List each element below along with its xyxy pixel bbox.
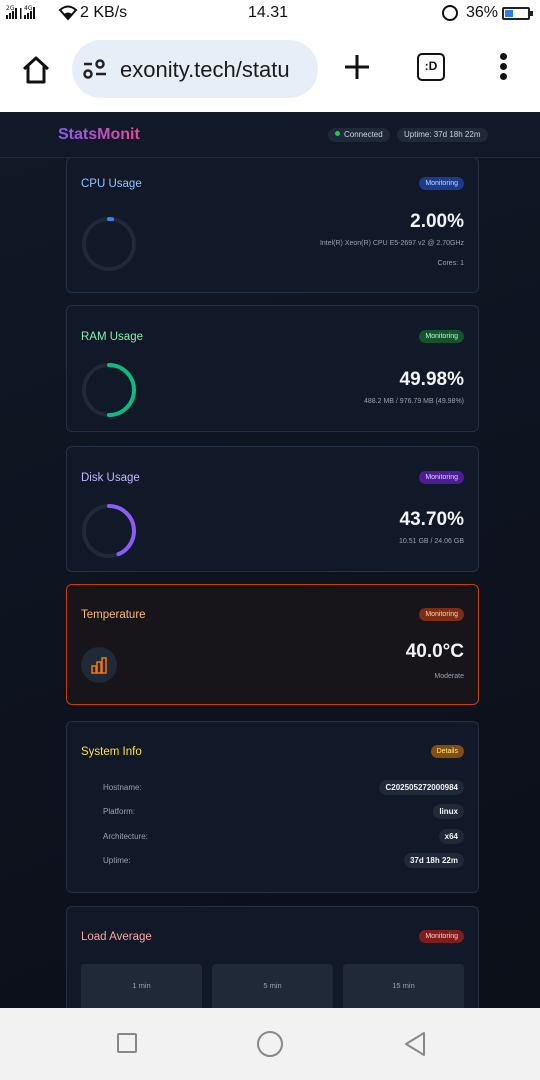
load-15min: 15 min	[343, 964, 464, 1008]
info-key: Architecture:	[103, 832, 148, 841]
disk-value: 43.70%	[399, 509, 464, 530]
load-average-title: Load Average	[81, 931, 152, 943]
info-row-hostname: Hostname: C202505272000984	[103, 780, 464, 796]
temperature-card: Temperature Monitoring 40.0°C Moderate	[66, 584, 479, 705]
info-key: Platform:	[103, 807, 136, 816]
info-key: Hostname:	[103, 783, 142, 792]
wifi-icon	[58, 5, 78, 26]
status-dot-icon	[335, 131, 340, 136]
load-label: 15 min	[392, 981, 415, 990]
ram-title: RAM Usage	[81, 331, 143, 343]
info-row-platform: Platform: linux	[103, 804, 464, 820]
temperature-title: Temperature	[81, 609, 146, 621]
more-vert-icon[interactable]	[496, 53, 510, 83]
svg-text:2G: 2G	[6, 5, 15, 12]
system-nav-bar	[0, 1008, 540, 1080]
connection-status: Connected	[328, 128, 390, 142]
info-value: 37d 18h 22m	[403, 853, 464, 868]
home-circle-icon[interactable]	[257, 1031, 283, 1057]
clock: 14.31	[248, 4, 289, 21]
signal-icon: 2G 4G	[6, 4, 54, 20]
app-header: StatsMonit Connected Uptime: 37d 18h 22m	[0, 112, 540, 158]
cpu-badge: Monitoring	[419, 177, 464, 190]
cpu-cores: Cores: 1	[437, 260, 464, 267]
battery-icon	[502, 7, 533, 20]
brand-logo[interactable]: StatsMonit	[58, 126, 140, 144]
load-label: 5 min	[263, 981, 282, 990]
site-settings-icon[interactable]	[82, 59, 108, 84]
cpu-gauge	[82, 217, 136, 271]
info-value: C202505272000984	[379, 780, 464, 795]
cpu-value: 2.00%	[410, 211, 464, 232]
load-average-badge: Monitoring	[419, 930, 464, 943]
rotation-lock-icon	[442, 5, 458, 21]
tabs-icon[interactable]: :D	[417, 53, 445, 81]
disk-badge: Monitoring	[419, 471, 464, 484]
recents-icon[interactable]	[117, 1033, 137, 1053]
disk-gauge	[82, 504, 136, 558]
home-icon[interactable]	[20, 54, 52, 86]
battery-percent: 36%	[466, 4, 499, 21]
system-info-title: System Info	[81, 746, 142, 758]
temperature-status: Moderate	[434, 673, 464, 680]
load-average-card: Load Average Monitoring 1 min 5 min 15 m…	[66, 906, 479, 1008]
url-text[interactable]: exonity.tech/statu	[120, 57, 310, 83]
disk-card: Disk Usage Monitoring 43.70% 10.51 GB / …	[66, 446, 479, 572]
status-bar: 2G 4G 2 KB/s 14.31 36%	[0, 0, 540, 28]
network-speed: 2 KB/s	[80, 4, 128, 21]
system-info-card: System Info Details Hostname: C202505272…	[66, 721, 479, 893]
cpu-title: CPU Usage	[81, 178, 142, 190]
battery-fill	[505, 10, 513, 17]
svg-text:4G: 4G	[24, 5, 33, 12]
bar-chart-icon	[81, 647, 117, 683]
ram-detail: 488.2 MB / 976.79 MB (49.98%)	[364, 398, 464, 405]
disk-title: Disk Usage	[81, 472, 140, 484]
load-label: 1 min	[132, 981, 151, 990]
browser-toolbar: exonity.tech/statu :D	[0, 28, 540, 112]
temperature-value: 40.0°C	[405, 641, 464, 662]
back-icon[interactable]	[402, 1030, 428, 1063]
cpu-model: Intel(R) Xeon(R) CPU E5-2697 v2 @ 2.70GH…	[319, 240, 464, 247]
ram-value: 49.98%	[399, 369, 464, 390]
info-row-architecture: Architecture: x64	[103, 829, 464, 845]
temperature-badge: Monitoring	[419, 608, 464, 621]
info-value: x64	[438, 829, 464, 844]
load-1min: 1 min	[81, 964, 202, 1008]
ram-card: RAM Usage Monitoring 49.98% 488.2 MB / 9…	[66, 305, 479, 432]
info-key: Uptime:	[103, 856, 131, 865]
web-content: StatsMonit Connected Uptime: 37d 18h 22m…	[0, 112, 540, 1008]
address-bar[interactable]: exonity.tech/statu	[72, 40, 318, 98]
system-info-badge[interactable]: Details	[430, 745, 464, 758]
ram-badge: Monitoring	[419, 330, 464, 343]
plus-icon[interactable]	[340, 50, 374, 84]
info-value: linux	[433, 804, 464, 819]
info-row-uptime: Uptime: 37d 18h 22m	[103, 853, 464, 869]
uptime-pill: Uptime: 37d 18h 22m	[397, 128, 488, 142]
cpu-card: CPU Usage Monitoring 2.00% Intel(R) Xeon…	[66, 157, 479, 293]
ram-gauge	[82, 363, 136, 417]
load-5min: 5 min	[212, 964, 333, 1008]
disk-detail: 10.51 GB / 24.06 GB	[399, 538, 464, 545]
